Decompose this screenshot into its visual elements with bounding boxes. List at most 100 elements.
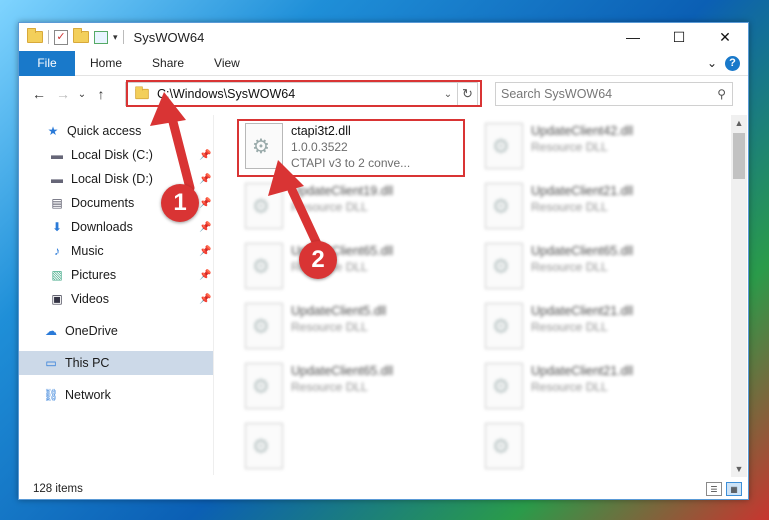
sidebar-item-label: Network <box>65 388 111 402</box>
new-folder-icon[interactable] <box>73 28 89 43</box>
highlight-box-file <box>237 119 465 177</box>
step-badge-1: 1 <box>161 184 199 222</box>
help-icon[interactable]: ? <box>725 55 740 71</box>
back-button[interactable]: ← <box>27 83 51 105</box>
file-tile[interactable]: UpdateClient19.dll Resource DLL <box>239 181 469 233</box>
pin-icon[interactable]: 📌 <box>199 294 211 305</box>
view-switcher: ☰ ▦ <box>706 482 748 496</box>
documents-icon: ▤ <box>51 196 63 210</box>
dll-file-icon <box>485 363 523 409</box>
maximize-button[interactable]: ☐ <box>656 23 702 51</box>
file-type: Resource DLL <box>531 320 608 334</box>
ribbon-tabs: File Home Share View ⌄ ? <box>19 50 748 76</box>
file-info: UpdateClient5.dll Resource DLL <box>291 301 386 335</box>
pin-icon[interactable]: 📌 <box>199 270 211 281</box>
scroll-thumb[interactable] <box>733 133 745 179</box>
sidebar-item-label: Videos <box>71 292 109 306</box>
file-type: Resource DLL <box>291 320 368 334</box>
tab-view[interactable]: View <box>199 51 255 76</box>
scroll-down-icon[interactable]: ▼ <box>731 461 747 477</box>
sidebar-item-this-pc[interactable]: ▭ This PC <box>19 351 213 375</box>
large-icons-view-icon[interactable]: ▦ <box>726 482 742 496</box>
file-tile[interactable]: UpdateClient21.dll Resource DLL <box>479 301 709 353</box>
file-tile[interactable]: UpdateClient65.dll Resource DLL <box>239 241 469 293</box>
divider <box>48 30 49 44</box>
file-info: UpdateClient65.dll Resource DLL <box>291 361 393 395</box>
sidebar-item-onedrive[interactable]: ☁ OneDrive <box>19 319 213 343</box>
vertical-scrollbar[interactable]: ▲ ▼ <box>731 115 747 477</box>
file-type: Resource DLL <box>531 380 608 394</box>
search-input[interactable]: Search SysWOW64 ⚲ <box>495 82 733 106</box>
sidebar-item-network[interactable]: ⛓ Network <box>19 383 213 407</box>
pin-icon[interactable]: 📌 <box>199 150 211 161</box>
sidebar-item-quick-access[interactable]: ★ Quick access <box>19 119 213 143</box>
downloads-icon: ⬇ <box>51 220 63 234</box>
file-info: UpdateClient21.dll Resource DLL <box>531 301 633 335</box>
tab-home[interactable]: Home <box>75 51 137 76</box>
minimize-button[interactable]: — <box>610 23 656 51</box>
dll-file-icon <box>245 183 283 229</box>
sidebar-item-label: Local Disk (D:) <box>71 172 153 186</box>
file-tile[interactable]: UpdateClient42.dll Resource DLL <box>479 121 709 173</box>
sidebar-item-label: Music <box>71 244 104 258</box>
close-button[interactable]: ✕ <box>702 23 748 51</box>
file-tile[interactable]: UpdateClient65.dll Resource DLL <box>239 361 469 413</box>
forward-button[interactable]: → <box>51 83 75 105</box>
dll-file-icon <box>485 243 523 289</box>
file-tile[interactable]: UpdateClient21.dll Resource DLL <box>479 181 709 233</box>
dll-file-icon <box>245 303 283 349</box>
pane-divider[interactable] <box>213 115 214 475</box>
dll-file-icon <box>485 123 523 169</box>
sidebar-item-label: OneDrive <box>65 324 118 338</box>
file-tile[interactable]: UpdateClient21.dll Resource DLL <box>479 361 709 413</box>
navigation-pane: ★ Quick access ▬ Local Disk (C:) 📌 ▬ Loc… <box>19 115 213 477</box>
file-name: UpdateClient19.dll <box>291 184 394 198</box>
sidebar-item-local-disk-c[interactable]: ▬ Local Disk (C:) 📌 <box>19 143 213 167</box>
network-icon: ⛓ <box>43 388 59 402</box>
file-name: UpdateClient21.dll <box>531 184 634 198</box>
file-type: Resource DLL <box>291 380 368 394</box>
file-name: UpdateClient65.dll <box>291 364 394 378</box>
search-icon[interactable]: ⚲ <box>717 87 726 101</box>
file-type: Resource DLL <box>531 140 608 154</box>
scroll-up-icon[interactable]: ▲ <box>731 115 747 131</box>
sidebar-item-label: Quick access <box>67 124 142 138</box>
drive-icon: ▬ <box>51 148 63 162</box>
file-name: UpdateClient42.dll <box>531 124 634 138</box>
file-tile[interactable] <box>239 421 469 473</box>
pin-icon[interactable]: 📌 <box>199 174 211 185</box>
file-name: UpdateClient5.dll <box>291 304 387 318</box>
step-badge-2: 2 <box>299 241 337 279</box>
properties-check-icon[interactable]: ✓ <box>54 29 68 45</box>
sidebar-item-label: Pictures <box>71 268 117 282</box>
drive-icon: ▬ <box>51 172 63 186</box>
file-tile[interactable]: UpdateClient65.dll Resource DLL <box>479 241 709 293</box>
videos-icon: ▣ <box>51 292 63 306</box>
file-name: UpdateClient21.dll <box>531 304 634 318</box>
pin-icon[interactable]: 📌 <box>199 222 211 233</box>
highlight-box-address <box>126 80 482 107</box>
sidebar-item-pictures[interactable]: ▧ Pictures 📌 <box>19 263 213 287</box>
details-view-icon[interactable]: ☰ <box>706 482 722 496</box>
pin-icon[interactable]: 📌 <box>199 246 211 257</box>
sidebar-item-videos[interactable]: ▣ Videos 📌 <box>19 287 213 311</box>
file-info: UpdateClient65.dll Resource DLL <box>531 241 633 275</box>
customize-icon[interactable] <box>94 30 108 44</box>
up-button[interactable]: ↑ <box>89 83 113 105</box>
pin-icon[interactable]: 📌 <box>199 198 211 209</box>
window-controls: — ☐ ✕ <box>610 23 748 51</box>
file-tile[interactable] <box>479 421 709 473</box>
tab-share[interactable]: Share <box>137 51 199 76</box>
dll-file-icon <box>245 243 283 289</box>
recent-locations-button[interactable]: ⌄ <box>75 83 89 105</box>
computer-icon: ▭ <box>45 356 57 370</box>
file-info: UpdateClient19.dll Resource DLL <box>291 181 393 215</box>
file-tile[interactable]: UpdateClient5.dll Resource DLL <box>239 301 469 353</box>
dll-file-icon <box>485 423 523 469</box>
sidebar-item-music[interactable]: ♪ Music 📌 <box>19 239 213 263</box>
expand-ribbon-icon[interactable]: ⌄ <box>707 56 717 70</box>
dll-file-icon <box>245 423 283 469</box>
chevron-down-icon[interactable]: ▾ <box>113 32 118 43</box>
status-bar: 128 items ☰ ▦ <box>19 477 748 501</box>
tab-file[interactable]: File <box>19 50 75 76</box>
